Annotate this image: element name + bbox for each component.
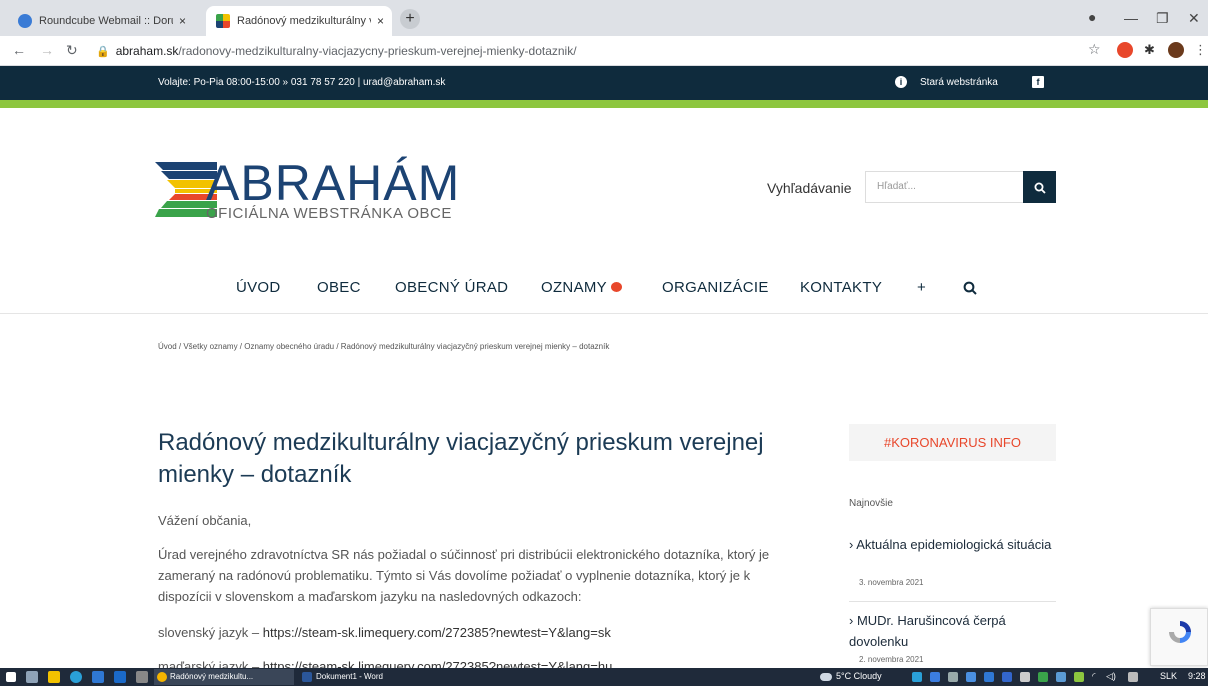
sk-label: slovenský jazyk – (158, 625, 263, 640)
maximize-icon[interactable]: ❐ (1156, 10, 1169, 27)
search-label: Vyhľadávanie (767, 180, 852, 196)
recaptcha-icon (1169, 621, 1191, 643)
reload-icon[interactable]: ↻ (66, 42, 78, 59)
sidebar-heading: Najnovšie (849, 498, 893, 509)
tray-app-icon[interactable] (1056, 672, 1066, 682)
tray-app-icon[interactable] (1038, 672, 1048, 682)
edge-icon[interactable] (70, 671, 82, 683)
info-icon: i (895, 76, 907, 88)
menu-kebab-icon[interactable]: ⋮ (1194, 42, 1208, 58)
close-icon[interactable]: × (179, 14, 186, 28)
clock[interactable]: 9:28 (1188, 671, 1206, 681)
nav-kontakty[interactable]: KONTAKTY (800, 279, 882, 296)
recaptcha-badge[interactable] (1150, 608, 1208, 666)
tray-app-icon[interactable] (1002, 672, 1012, 682)
article-body: Úrad verejného zdravotníctva SR nás poži… (158, 547, 770, 604)
search-input[interactable]: Hľadať... (865, 171, 1025, 203)
tray-app-icon[interactable] (1074, 672, 1084, 682)
url-input[interactable]: 🔒 abraham.sk/radonovy-medzikulturalny-via… (96, 40, 1076, 62)
weather-status[interactable]: 5°C Cloudy (836, 671, 882, 681)
tray-app-icon[interactable] (948, 672, 958, 682)
nav-more[interactable]: + (917, 279, 926, 296)
sidebar-divider (849, 601, 1056, 602)
facebook-icon[interactable]: f (1032, 76, 1044, 88)
old-site-link[interactable]: Stará webstránka (920, 77, 998, 88)
sk-link[interactable]: https://steam-sk.limequery.com/272385?ne… (263, 625, 611, 640)
forward-icon[interactable]: → (40, 42, 54, 58)
tab-title: Roundcube Webmail :: Doručená (39, 15, 173, 27)
extensions-puzzle-icon[interactable]: ✱ (1144, 42, 1160, 58)
nav-search-icon[interactable] (963, 281, 977, 299)
address-bar-row: ← → ↻ 🔒 abraham.sk/radonovy-medzikultural… (0, 36, 1208, 66)
word-icon (302, 672, 312, 682)
nav-uvod[interactable]: ÚVOD (236, 279, 281, 296)
keyboard-icon[interactable] (1128, 672, 1138, 682)
windows-taskbar: Radónový medzikultu... Dokument1 - Word … (0, 668, 1208, 686)
tray-app-icon[interactable] (1020, 672, 1030, 682)
back-icon[interactable]: ← (12, 42, 26, 58)
contact-info: Volajte: Po-Pia 08:00-15:00 » 031 78 57 … (158, 77, 446, 88)
sidebar-post-date: 3. novembra 2021 (859, 578, 924, 587)
site-favicon-icon (216, 14, 230, 28)
tray-app-icon[interactable] (930, 672, 940, 682)
tray-app-icon[interactable] (912, 672, 922, 682)
adblock-icon[interactable] (1117, 42, 1133, 58)
url-path: /radonovy-medzikulturalny-viacjazycny-pr… (178, 44, 577, 58)
roundcube-icon (18, 14, 32, 28)
chat-bubble-icon (610, 282, 622, 293)
browser-tab-bar: Roundcube Webmail :: Doručená × Radónový… (0, 0, 1208, 36)
search-icon (1034, 182, 1046, 194)
minimize-icon[interactable]: — (1124, 10, 1138, 26)
tab-radon[interactable]: Radónový medzikulturálny viacja × (206, 6, 392, 36)
new-tab-button[interactable]: + (400, 9, 420, 29)
url-domain: abraham.sk (115, 44, 179, 58)
lock-icon: 🔒 (96, 46, 110, 58)
taskbar-app-word[interactable]: Dokument1 - Word (300, 669, 430, 685)
nav-oznamy[interactable]: OZNAMY (541, 279, 622, 296)
windows-start-icon[interactable] (6, 672, 16, 682)
language-indicator[interactable]: SLK (1160, 671, 1177, 681)
site-logo-subtitle: OFICIÁLNA WEBSTRÁNKA OBCE (206, 205, 452, 222)
taskbar-app-chrome[interactable]: Radónový medzikultu... (154, 669, 294, 685)
breadcrumb[interactable]: Úvod / Všetky oznamy / Oznamy obecného ú… (158, 342, 609, 351)
nav-oznamy-label: OZNAMY (541, 279, 607, 296)
sidebar-post-date: 2. novembra 2021 (859, 655, 924, 664)
nav-obecny-urad[interactable]: OBECNÝ ÚRAD (395, 279, 508, 296)
profile-icon[interactable]: ● (1088, 9, 1096, 25)
nav-organizacie[interactable]: ORGANIZÁCIE (662, 279, 769, 296)
nav-divider (0, 313, 1208, 314)
chrome-icon (157, 672, 167, 682)
sidebar-post-link[interactable]: › Aktuálna epidemiologická situácia (849, 534, 1056, 555)
avatar[interactable] (1168, 42, 1184, 58)
file-explorer-icon[interactable] (48, 671, 60, 683)
mail-icon[interactable] (92, 671, 104, 683)
cloud-icon (820, 673, 832, 681)
site-top-bar: Volajte: Po-Pia 08:00-15:00 » 031 78 57 … (0, 66, 1208, 100)
tray-app-icon[interactable] (966, 672, 976, 682)
sidebar-post-link[interactable]: › MUDr. Harušincová čerpá dovolenku (849, 610, 1056, 652)
page-title: Radónový medzikulturálny viacjazyčný pri… (158, 429, 764, 488)
close-icon[interactable]: × (377, 14, 384, 28)
article-link-sk-row: slovenský jazyk – https://steam-sk.limeq… (158, 622, 798, 643)
task-view-icon[interactable] (26, 671, 38, 683)
outlook-icon[interactable] (114, 671, 126, 683)
search-button[interactable] (1023, 171, 1056, 203)
koronavirus-info-button[interactable]: #KORONAVIRUS INFO (849, 424, 1056, 461)
green-divider (0, 100, 1208, 108)
bookmark-star-icon[interactable]: ☆ (1088, 41, 1101, 58)
window-close-icon[interactable]: ✕ (1188, 10, 1200, 27)
store-icon[interactable] (136, 671, 148, 683)
tray-app-icon[interactable] (984, 672, 994, 682)
article-greeting: Vážení občania, (158, 513, 252, 528)
site-logo-name[interactable]: ABRAHÁM (206, 154, 460, 212)
volume-icon[interactable]: ◁) (1106, 671, 1116, 682)
tab-roundcube[interactable]: Roundcube Webmail :: Doručená × (8, 6, 204, 36)
network-icon[interactable]: ◜ (1092, 671, 1096, 682)
tab-title: Radónový medzikulturálny viacja (237, 15, 371, 27)
nav-obec[interactable]: OBEC (317, 279, 361, 296)
